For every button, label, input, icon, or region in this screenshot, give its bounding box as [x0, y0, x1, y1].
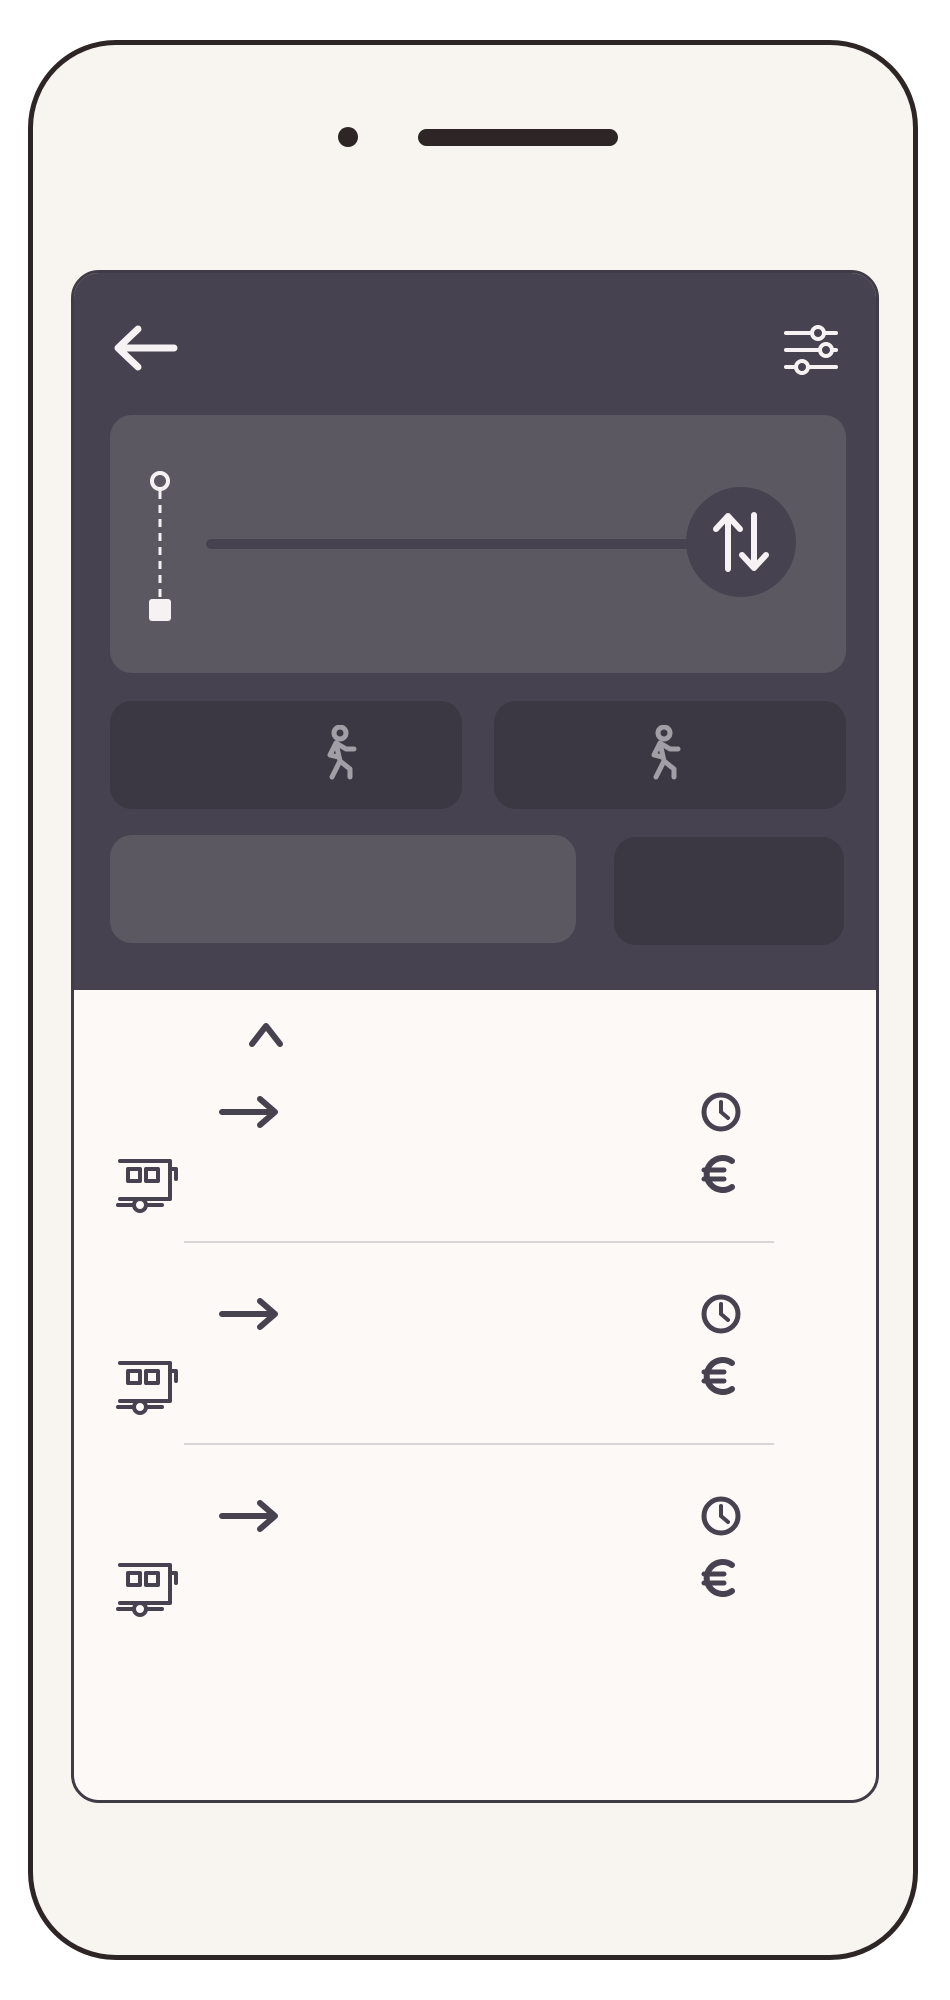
back-arrow-icon[interactable]	[112, 323, 178, 373]
search-button[interactable]	[614, 837, 844, 945]
walk-option-left[interactable]	[110, 701, 462, 809]
euro-icon	[701, 1559, 735, 1597]
origin-input[interactable]	[206, 443, 690, 515]
earpiece-speaker	[418, 129, 618, 146]
euro-icon	[701, 1155, 735, 1193]
result-row[interactable]	[74, 1065, 876, 1265]
arrow-right-icon	[219, 1096, 278, 1128]
app-screen	[71, 270, 879, 1803]
result-row[interactable]	[74, 1469, 876, 1669]
walk-option-right[interactable]	[494, 701, 846, 809]
route-card	[110, 415, 846, 673]
search-panel	[74, 273, 876, 990]
clock-icon	[701, 1294, 741, 1334]
walking-person-icon	[651, 725, 681, 780]
sliders-icon[interactable]	[782, 321, 840, 379]
phone-frame	[28, 40, 918, 1960]
front-camera	[338, 127, 358, 147]
route-divider	[206, 539, 696, 549]
result-row[interactable]	[74, 1267, 876, 1467]
chevron-up-icon[interactable]	[246, 1018, 286, 1050]
train-icon	[116, 1159, 178, 1213]
euro-icon	[701, 1357, 735, 1395]
clock-icon	[701, 1496, 741, 1536]
walking-person-icon	[327, 725, 357, 780]
swap-vertical-icon	[713, 512, 769, 572]
train-icon	[116, 1563, 178, 1617]
arrow-right-icon	[219, 1298, 278, 1330]
swap-button[interactable]	[686, 487, 796, 597]
train-icon	[116, 1361, 178, 1415]
route-indicator-icon	[149, 471, 171, 621]
destination-input[interactable]	[206, 551, 690, 623]
date-time-selector[interactable]	[110, 835, 576, 943]
row-divider	[184, 1241, 774, 1243]
clock-icon	[701, 1092, 741, 1132]
row-divider	[184, 1443, 774, 1445]
arrow-right-icon	[219, 1500, 278, 1532]
